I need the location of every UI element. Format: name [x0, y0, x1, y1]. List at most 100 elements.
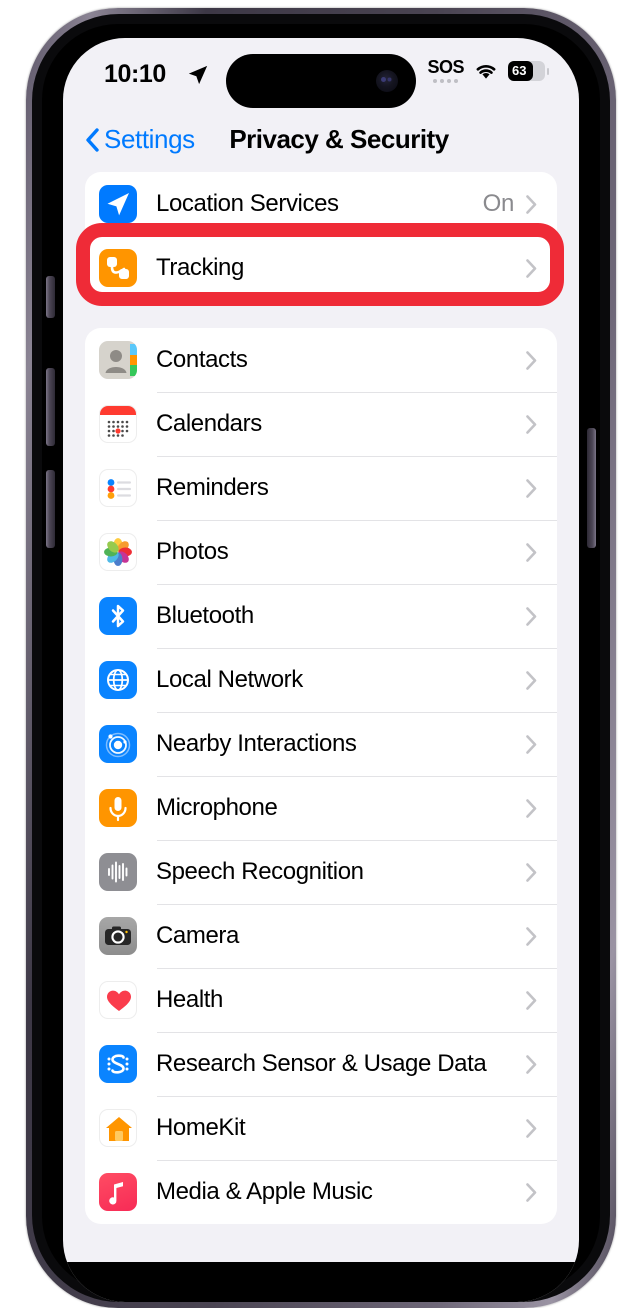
row-label: HomeKit: [156, 1114, 246, 1141]
chevron-right-icon: [526, 542, 537, 562]
volume-up-button[interactable]: [46, 368, 55, 446]
location-services-icon: [99, 185, 137, 223]
row-separator: [157, 776, 557, 777]
battery-tip: [546, 67, 549, 75]
camera-icon: [99, 917, 137, 955]
power-button[interactable]: [587, 428, 596, 548]
row-separator: [157, 1160, 557, 1161]
action-button[interactable]: [46, 276, 55, 318]
status-bar-time: 10:10: [104, 60, 166, 88]
row-label: Local Network: [156, 666, 303, 693]
nearby-interactions-icon: [99, 725, 137, 763]
row-speech-recognition[interactable]: Speech Recognition: [85, 840, 557, 904]
microphone-icon: [99, 789, 137, 827]
row-contacts[interactable]: Contacts: [85, 328, 557, 392]
research-sensor-icon: [99, 1045, 137, 1083]
chevron-right-icon: [526, 670, 537, 690]
row-label: Calendars: [156, 410, 262, 437]
pinwheel-shape: [104, 538, 132, 566]
status-bar-indicators: SOS 63: [427, 58, 549, 83]
status-bar: 10:10 SOS 63: [63, 38, 579, 116]
row-media-apple-music[interactable]: Media & Apple Music: [85, 1160, 557, 1224]
volume-down-button[interactable]: [46, 470, 55, 548]
contacts-tab-strips: [130, 344, 137, 377]
chevron-right-icon: [526, 414, 537, 434]
row-label: Nearby Interactions: [156, 730, 357, 757]
tracking-icon: [99, 249, 137, 287]
calendar-icon: [99, 405, 137, 443]
row-reminders[interactable]: Reminders: [85, 456, 557, 520]
row-label: Photos: [156, 538, 229, 565]
row-tracking[interactable]: Tracking: [85, 236, 557, 300]
settings-list: Location Services On Tracking Contacts C…: [63, 172, 579, 1302]
chevron-right-icon: [526, 478, 537, 498]
row-health[interactable]: Health: [85, 968, 557, 1032]
row-label: Health: [156, 986, 223, 1013]
chevron-right-icon: [526, 606, 537, 626]
row-separator: [157, 968, 557, 969]
row-label: Camera: [156, 922, 239, 949]
iphone-device-frame: 10:10 SOS 63 Settings Privacy & Security…: [26, 8, 616, 1308]
row-separator: [157, 584, 557, 585]
row-calendars[interactable]: Calendars: [85, 392, 557, 456]
row-separator: [157, 712, 557, 713]
settings-group-app-permissions: Contacts Calendars Reminders Photos Blue…: [85, 328, 557, 1224]
row-camera[interactable]: Camera: [85, 904, 557, 968]
photos-icon: [99, 533, 137, 571]
screenshot-stage: 10:10 SOS 63 Settings Privacy & Security…: [0, 0, 642, 1308]
settings-group-primary: Location Services On Tracking: [76, 172, 564, 306]
row-local-network[interactable]: Local Network: [85, 648, 557, 712]
row-research-sensor[interactable]: Research Sensor & Usage Data: [85, 1032, 557, 1096]
row-microphone[interactable]: Microphone: [85, 776, 557, 840]
chevron-right-icon: [526, 350, 537, 370]
row-separator: [157, 904, 557, 905]
local-network-icon: [99, 661, 137, 699]
health-icon: [99, 981, 137, 1019]
row-separator: [157, 236, 557, 237]
home-indicator[interactable]: [236, 1276, 406, 1286]
row-separator: [157, 456, 557, 457]
dynamic-island: [226, 54, 416, 108]
row-separator: [157, 1032, 557, 1033]
navigation-bar: Settings Privacy & Security: [63, 116, 579, 172]
row-photos[interactable]: Photos: [85, 520, 557, 584]
chevron-right-icon: [526, 1118, 537, 1138]
speech-recognition-icon: [99, 853, 137, 891]
row-location-services[interactable]: Location Services On: [85, 172, 557, 236]
chevron-right-icon: [526, 734, 537, 754]
chevron-right-icon: [526, 258, 537, 278]
row-separator: [157, 648, 557, 649]
row-label: Microphone: [156, 794, 278, 821]
row-nearby-interactions[interactable]: Nearby Interactions: [85, 712, 557, 776]
chevron-right-icon: [526, 1182, 537, 1202]
row-separator: [157, 520, 557, 521]
phone-screen: 10:10 SOS 63 Settings Privacy & Security…: [63, 38, 579, 1302]
location-arrow-icon: [188, 65, 208, 85]
front-camera-lens: [376, 70, 398, 92]
row-label: Bluetooth: [156, 602, 254, 629]
row-separator: [157, 392, 557, 393]
chevron-right-icon: [526, 1054, 537, 1074]
sos-indicator: SOS: [427, 58, 464, 83]
row-label: Contacts: [156, 346, 248, 373]
battery-percent-label: 63: [512, 62, 527, 78]
row-separator: [157, 840, 557, 841]
row-bluetooth[interactable]: Bluetooth: [85, 584, 557, 648]
row-label: Media & Apple Music: [156, 1178, 373, 1205]
chevron-right-icon: [526, 926, 537, 946]
sos-signal-dots: [433, 79, 459, 83]
row-label: Research Sensor & Usage Data: [156, 1050, 487, 1077]
row-label: Location Services: [156, 190, 339, 217]
row-value: On: [482, 190, 515, 217]
page-title: Privacy & Security: [229, 124, 449, 154]
wifi-icon: [476, 64, 496, 79]
sos-label: SOS: [427, 57, 464, 77]
bluetooth-icon: [99, 597, 137, 635]
row-label: Reminders: [156, 474, 269, 501]
row-label: Speech Recognition: [156, 858, 364, 885]
chevron-right-icon: [526, 194, 537, 214]
reminders-icon: [99, 469, 137, 507]
row-separator: [157, 1096, 557, 1097]
row-homekit[interactable]: HomeKit: [85, 1096, 557, 1160]
chevron-right-icon: [526, 798, 537, 818]
